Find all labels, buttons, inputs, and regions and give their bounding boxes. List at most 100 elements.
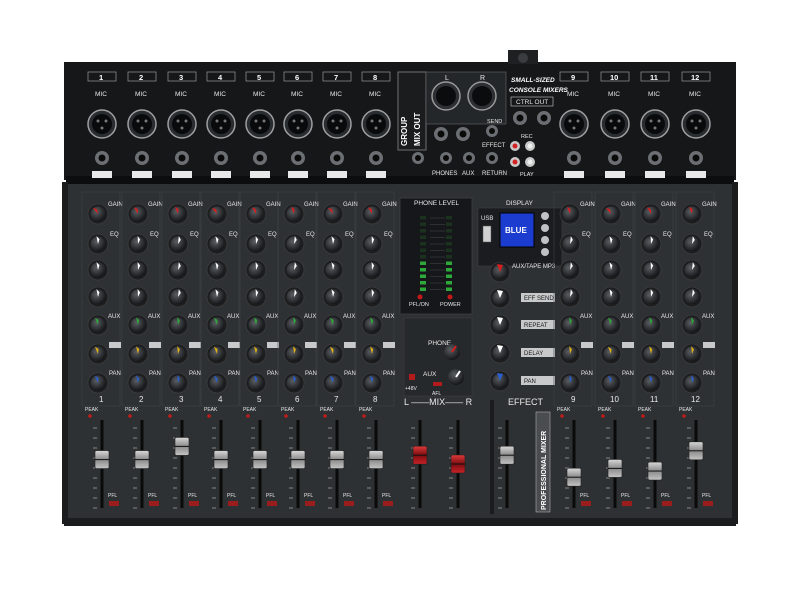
pfl-button[interactable]: [662, 501, 672, 506]
pfl-button[interactable]: [703, 501, 713, 506]
eq-high-knob[interactable]: [127, 233, 149, 255]
eq-mid-knob[interactable]: [87, 259, 109, 281]
eq-low-knob[interactable]: [322, 286, 344, 308]
eq-mid-knob[interactable]: [681, 259, 703, 281]
eq-low-knob[interactable]: [681, 286, 703, 308]
pfl-button[interactable]: [344, 501, 354, 506]
aux-knob[interactable]: [167, 314, 189, 336]
eff-button[interactable]: [109, 342, 121, 348]
gain-knob[interactable]: [87, 203, 109, 225]
pfl-button[interactable]: [622, 501, 632, 506]
eff-knob[interactable]: [245, 343, 267, 365]
aux-knob[interactable]: [322, 314, 344, 336]
gain-knob[interactable]: [206, 203, 228, 225]
pan-knob[interactable]: [87, 372, 109, 394]
eq-high-knob[interactable]: [206, 233, 228, 255]
usb-port[interactable]: [482, 225, 492, 243]
eq-high-knob[interactable]: [167, 233, 189, 255]
eq-high-knob[interactable]: [361, 233, 383, 255]
pan-knob[interactable]: [640, 372, 662, 394]
pan-knob[interactable]: [167, 372, 189, 394]
eq-low-knob[interactable]: [127, 286, 149, 308]
eff-knob[interactable]: [681, 343, 703, 365]
aux-knob[interactable]: [361, 314, 383, 336]
aux-knob[interactable]: [127, 314, 149, 336]
eff-knob[interactable]: [640, 343, 662, 365]
pan-knob[interactable]: [559, 372, 581, 394]
eq-low-knob[interactable]: [245, 286, 267, 308]
pan-knob[interactable]: [206, 372, 228, 394]
eff-button[interactable]: [228, 342, 240, 348]
eq-mid-knob[interactable]: [361, 259, 383, 281]
prev-button[interactable]: [541, 224, 549, 232]
eff-button[interactable]: [267, 342, 279, 348]
eff-knob[interactable]: [87, 343, 109, 365]
eq-low-knob[interactable]: [559, 286, 581, 308]
eq-low-knob[interactable]: [167, 286, 189, 308]
eff-knob[interactable]: [206, 343, 228, 365]
pfl-button[interactable]: [305, 501, 315, 506]
gain-knob[interactable]: [640, 203, 662, 225]
next-button[interactable]: [541, 248, 549, 256]
aux-knob[interactable]: [559, 314, 581, 336]
eff-knob[interactable]: [361, 343, 383, 365]
eff-button[interactable]: [344, 342, 356, 348]
eff-button[interactable]: [662, 342, 674, 348]
eq-high-knob[interactable]: [87, 233, 109, 255]
eq-high-knob[interactable]: [245, 233, 267, 255]
eff-button[interactable]: [622, 342, 634, 348]
repeat-button[interactable]: [541, 212, 549, 220]
gain-knob[interactable]: [559, 203, 581, 225]
eq-mid-knob[interactable]: [640, 259, 662, 281]
pan-knob[interactable]: [681, 372, 703, 394]
eq-mid-knob[interactable]: [322, 259, 344, 281]
gain-knob[interactable]: [681, 203, 703, 225]
eq-low-knob[interactable]: [600, 286, 622, 308]
eq-mid-knob[interactable]: [167, 259, 189, 281]
pfl-button[interactable]: [383, 501, 393, 506]
pfl-button[interactable]: [581, 501, 591, 506]
gain-knob[interactable]: [245, 203, 267, 225]
gain-knob[interactable]: [127, 203, 149, 225]
aux-knob[interactable]: [283, 314, 305, 336]
aux-tape-mp3-knob[interactable]: [489, 261, 511, 283]
aux-return-knob[interactable]: [448, 369, 464, 385]
eff-button[interactable]: [149, 342, 161, 348]
eq-mid-knob[interactable]: [559, 259, 581, 281]
aux-knob[interactable]: [87, 314, 109, 336]
pan-knob[interactable]: [127, 372, 149, 394]
effect-pan-knob[interactable]: [489, 370, 511, 392]
pan-knob[interactable]: [283, 372, 305, 394]
eff-knob[interactable]: [600, 343, 622, 365]
pan-knob[interactable]: [361, 372, 383, 394]
eq-low-knob[interactable]: [206, 286, 228, 308]
aux-knob[interactable]: [206, 314, 228, 336]
gain-knob[interactable]: [361, 203, 383, 225]
eff-knob[interactable]: [283, 343, 305, 365]
pan-knob[interactable]: [600, 372, 622, 394]
eq-mid-knob[interactable]: [245, 259, 267, 281]
eff-button[interactable]: [383, 342, 395, 348]
eff-button[interactable]: [305, 342, 317, 348]
eq-high-knob[interactable]: [283, 233, 305, 255]
pfl-button[interactable]: [267, 501, 277, 506]
aux-knob[interactable]: [245, 314, 267, 336]
eff-knob[interactable]: [322, 343, 344, 365]
eq-low-knob[interactable]: [640, 286, 662, 308]
repeat-knob[interactable]: [489, 314, 511, 336]
eq-low-knob[interactable]: [361, 286, 383, 308]
delay-knob[interactable]: [489, 342, 511, 364]
eq-high-knob[interactable]: [322, 233, 344, 255]
eq-mid-knob[interactable]: [600, 259, 622, 281]
eff-knob[interactable]: [167, 343, 189, 365]
aux-knob[interactable]: [600, 314, 622, 336]
eff-knob[interactable]: [127, 343, 149, 365]
eq-high-knob[interactable]: [559, 233, 581, 255]
aux-knob[interactable]: [640, 314, 662, 336]
eff-button[interactable]: [189, 342, 201, 348]
eq-low-knob[interactable]: [283, 286, 305, 308]
phantom-48v-button[interactable]: [409, 374, 415, 380]
eff-send-knob[interactable]: [489, 287, 511, 309]
eq-mid-knob[interactable]: [283, 259, 305, 281]
eff-button[interactable]: [581, 342, 593, 348]
